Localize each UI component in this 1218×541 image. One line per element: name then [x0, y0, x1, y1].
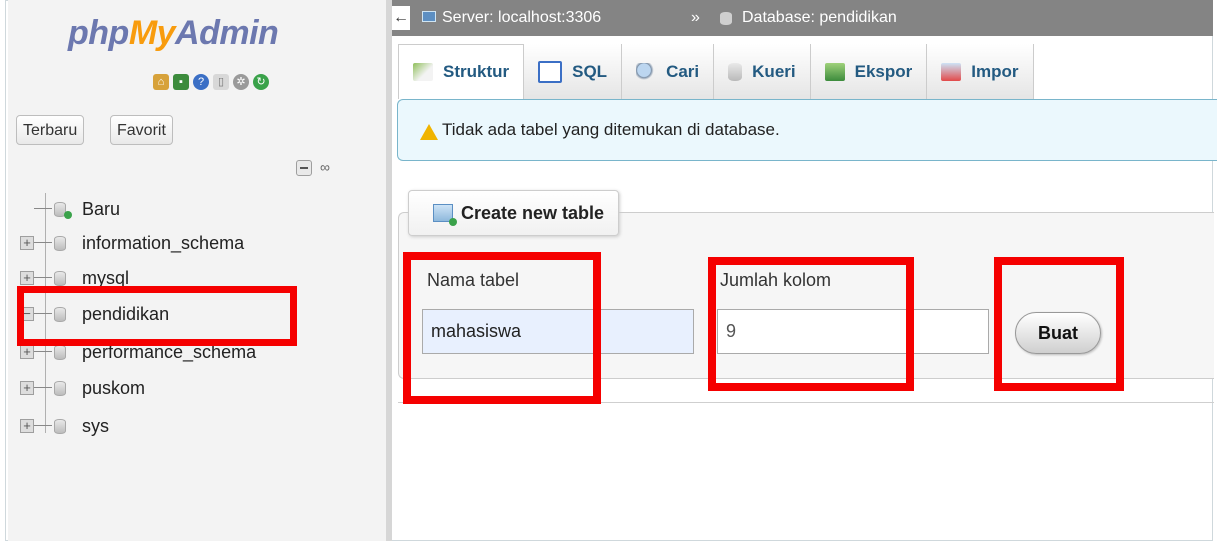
add-badge-icon	[64, 211, 72, 219]
tree-item-label: information_schema	[82, 233, 245, 253]
tab-label: Struktur	[443, 62, 510, 81]
tab-structure[interactable]: Struktur	[398, 44, 525, 99]
tree-item-label: Baru	[82, 199, 121, 219]
logo-part-admin: Admin	[175, 14, 279, 52]
navigation-panel: phpMyAdmin ⌂ ▪ ? ▯ ✲ ↻ Terbaru Favorit ∞…	[8, 0, 386, 541]
tree-branch-line	[34, 425, 52, 426]
tab-import[interactable]: Impor	[927, 44, 1034, 99]
expand-icon[interactable]: +	[20, 381, 34, 395]
tab-label: Impor	[971, 61, 1019, 81]
database-icon	[720, 12, 732, 25]
database-icon	[54, 271, 66, 286]
tree-branch-line	[34, 242, 52, 243]
exit-icon[interactable]: ▪	[173, 74, 189, 90]
highlight-box-create-button	[994, 257, 1124, 391]
database-icon	[54, 381, 66, 396]
structure-icon	[413, 63, 433, 81]
tree-branch-line	[34, 351, 52, 352]
home-icon[interactable]: ⌂	[153, 74, 169, 90]
tab-search[interactable]: Cari	[622, 44, 715, 99]
expand-icon[interactable]: +	[20, 345, 34, 359]
link-with-main-icon[interactable]: ∞	[320, 159, 330, 175]
expand-icon[interactable]: +	[20, 419, 34, 433]
tab-export[interactable]: Ekspor	[810, 44, 928, 99]
tab-label: SQL	[572, 61, 608, 81]
table-add-icon	[433, 204, 457, 226]
server-icon	[422, 11, 436, 22]
tree-item-label: sys	[82, 416, 109, 436]
phpmyadmin-logo[interactable]: phpMyAdmin	[68, 14, 279, 53]
nav-icon-bar: ⌂ ▪ ? ▯ ✲ ↻	[153, 74, 269, 90]
warning-icon	[420, 124, 438, 140]
tree-branch-line	[34, 208, 52, 209]
tab-sql[interactable]: SQL	[524, 44, 623, 99]
notice-box: Tidak ada tabel yang ditemukan di databa…	[397, 99, 1217, 161]
notice-message: Tidak ada tabel yang ditemukan di databa…	[442, 120, 780, 139]
breadcrumb-separator: »	[691, 9, 700, 26]
breadcrumb-database[interactable]: Database: pendidikan	[742, 9, 897, 27]
logo-part-php: php	[68, 14, 129, 52]
help-icon[interactable]: ?	[193, 74, 209, 90]
export-icon	[824, 62, 845, 81]
highlight-box-table-name	[403, 252, 601, 404]
tab-label: Ekspor	[854, 61, 913, 81]
recent-tables-button[interactable]: Terbaru	[16, 115, 85, 145]
nav-resize-handle[interactable]	[386, 0, 392, 541]
collapse-all-icon[interactable]	[296, 160, 312, 176]
highlight-box-pendidikan	[17, 286, 297, 346]
tab-query[interactable]: Kueri	[714, 44, 811, 99]
search-icon	[636, 62, 657, 81]
logo-part-my: My	[128, 14, 176, 52]
breadcrumb: ← Server: localhost:3306 » Database: pen…	[392, 0, 1213, 36]
import-icon	[941, 62, 962, 81]
database-tabs: Struktur SQL Cari Kueri Ekspor Impor	[398, 44, 1034, 99]
sql-icon	[538, 60, 563, 83]
database-icon	[54, 345, 66, 360]
create-table-legend: Create new table	[408, 190, 620, 236]
tree-item-label: puskom	[82, 378, 146, 398]
database-icon	[54, 236, 66, 251]
database-icon	[54, 419, 66, 434]
expand-icon[interactable]: +	[20, 236, 34, 250]
expand-icon[interactable]: +	[20, 271, 34, 285]
reload-icon[interactable]: ↻	[253, 74, 269, 90]
tab-label: Kueri	[752, 61, 796, 81]
tree-branch-line	[34, 277, 52, 278]
tree-branch-line	[34, 387, 52, 388]
highlight-box-column-count	[708, 257, 914, 391]
query-icon	[728, 62, 743, 81]
collapse-nav-icon[interactable]: ←	[392, 6, 410, 30]
breadcrumb-server[interactable]: Server: localhost:3306	[442, 9, 601, 27]
tab-label: Cari	[666, 61, 700, 81]
favorite-tables-button[interactable]: Favorit	[110, 115, 173, 145]
docs-icon[interactable]: ▯	[213, 74, 229, 90]
legend-label: Create new table	[461, 202, 605, 223]
settings-icon[interactable]: ✲	[233, 74, 249, 90]
